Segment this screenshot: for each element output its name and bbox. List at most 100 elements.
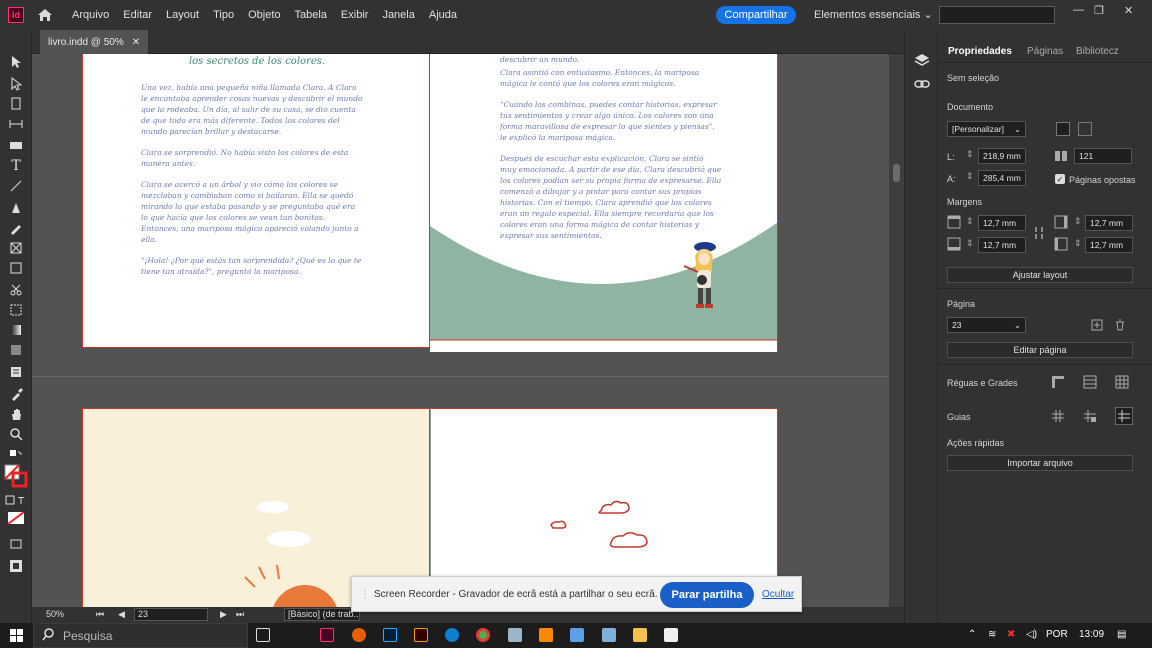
view-mode-icon[interactable] <box>8 558 24 574</box>
direct-selection-tool-icon[interactable] <box>8 76 24 92</box>
eyedropper-tool-icon[interactable] <box>8 386 24 402</box>
notifications-icon[interactable]: ▤ <box>1117 629 1126 640</box>
volume-icon[interactable]: ◁) <box>1026 629 1037 640</box>
document-canvas[interactable]: los secretos de los colores. Una vez, ha… <box>32 54 889 607</box>
stepper-icon[interactable]: ⇕ <box>966 216 974 227</box>
zoom-tool-icon[interactable] <box>8 426 24 442</box>
text-file-icon[interactable] <box>664 628 678 642</box>
task-view-icon[interactable] <box>256 628 270 642</box>
page-count-field[interactable]: 121 <box>1074 148 1132 164</box>
tab-paginas[interactable]: Páginas <box>1027 46 1063 57</box>
ruler-icon[interactable] <box>1051 375 1065 389</box>
language-indicator[interactable]: POR <box>1046 629 1068 640</box>
default-colors-icon[interactable] <box>8 448 24 464</box>
menu-tabela[interactable]: Tabela <box>295 9 327 21</box>
line-tool-icon[interactable] <box>8 178 24 194</box>
style-field[interactable]: [Básico] (de trab... <box>284 608 360 621</box>
add-page-icon[interactable] <box>1091 319 1105 333</box>
stop-sharing-button[interactable]: Parar partilha <box>660 582 754 608</box>
content-collector-icon[interactable] <box>8 136 24 152</box>
screen-mode-icon[interactable] <box>8 536 24 552</box>
delete-page-icon[interactable] <box>1114 319 1128 333</box>
chrome-icon[interactable] <box>476 628 490 642</box>
apply-none-icon[interactable] <box>6 510 26 526</box>
hide-link[interactable]: Ocultar <box>762 589 794 600</box>
first-page-icon[interactable]: ⏮ <box>96 609 104 620</box>
stepper-icon[interactable]: ⇕ <box>1074 216 1082 227</box>
close-tab-icon[interactable]: ✕ <box>132 37 140 48</box>
portrait-orientation-icon[interactable] <box>1056 122 1070 136</box>
width-field[interactable]: 218,9 mm <box>978 148 1026 164</box>
zoom-level[interactable]: 50% <box>46 609 64 619</box>
links-icon[interactable] <box>914 76 930 97</box>
workspace-switcher[interactable]: Elementos essenciais ⌄ <box>814 8 933 21</box>
notepad-icon[interactable] <box>508 628 522 642</box>
page-dropdown[interactable]: 23 ⌄ <box>947 317 1026 333</box>
tab-propriedades[interactable]: Propriedades <box>948 46 1012 57</box>
taskbar-search[interactable]: Pesquisa <box>33 623 248 648</box>
type-tool-icon[interactable]: T <box>8 158 24 174</box>
rectangle-frame-tool-icon[interactable] <box>8 240 24 256</box>
last-page-icon[interactable]: ⏭ <box>236 609 244 620</box>
document-tab[interactable]: livro.indd @ 50% ✕ <box>40 30 149 54</box>
fill-stroke-swatch[interactable] <box>4 464 28 488</box>
left-page[interactable]: los secretos de los colores. Una vez, ha… <box>82 54 430 348</box>
document-grid-icon[interactable] <box>1115 375 1129 389</box>
minimize-icon[interactable]: — <box>1073 4 1084 16</box>
search-input[interactable] <box>939 6 1055 24</box>
stepper-icon[interactable]: ⇕ <box>966 238 974 249</box>
menu-editar[interactable]: Editar <box>123 9 152 21</box>
margin-bottom-field[interactable]: 12,7 mm <box>978 237 1026 253</box>
landscape-orientation-icon[interactable] <box>1078 122 1092 136</box>
scissors-tool-icon[interactable] <box>8 282 24 298</box>
pen-tool-icon[interactable] <box>8 200 24 216</box>
layers-icon[interactable] <box>914 52 930 73</box>
baseline-grid-icon[interactable] <box>1083 375 1097 389</box>
right-page[interactable]: descubrir un mundo. Clara asintió con en… <box>430 54 778 352</box>
left-page-text-frame[interactable]: Una vez, había una pequeña niña llamada … <box>141 82 363 287</box>
menu-janela[interactable]: Janela <box>382 9 414 21</box>
vlc-icon[interactable] <box>539 628 553 642</box>
stepper-icon[interactable]: ⇕ <box>966 171 974 182</box>
smart-guides-icon[interactable] <box>1083 409 1097 423</box>
hand-tool-icon[interactable] <box>8 406 24 422</box>
import-file-button[interactable]: Importar arquivo <box>947 455 1133 471</box>
preset-dropdown[interactable]: [Personalizar] ⌄ <box>947 121 1026 137</box>
drag-handle-icon[interactable]: ⋮ <box>360 589 370 600</box>
gradient-tool-icon[interactable] <box>8 322 24 338</box>
rectangle-tool-icon[interactable] <box>8 260 24 276</box>
scrollbar-thumb[interactable] <box>893 164 900 182</box>
close-icon[interactable]: ✕ <box>1124 4 1133 17</box>
page-number-field[interactable]: 23 <box>134 608 208 621</box>
remote-desktop-icon[interactable] <box>570 628 584 642</box>
vertical-scrollbar[interactable] <box>889 54 904 607</box>
guides-icon[interactable] <box>1051 409 1065 423</box>
edge-icon[interactable] <box>445 628 459 642</box>
right-page-text-frame[interactable]: descubrir un mundo. Clara asintió con en… <box>500 54 722 251</box>
share-button[interactable]: Compartilhar <box>716 6 796 24</box>
wifi-icon[interactable]: ≋ <box>988 629 996 640</box>
selection-tool-icon[interactable] <box>8 54 24 70</box>
tab-biblioteca[interactable]: Bibliotecz <box>1076 46 1119 57</box>
menu-ajuda[interactable]: Ajuda <box>429 9 457 21</box>
next-page-icon[interactable]: ▶ <box>220 609 227 620</box>
formatting-container-icon[interactable]: T <box>4 492 28 508</box>
chain-link-icon[interactable] <box>1033 226 1047 240</box>
document-viewer-icon[interactable] <box>602 628 616 642</box>
stepper-icon[interactable]: ⇕ <box>966 149 974 160</box>
home-icon[interactable] <box>32 5 58 25</box>
antivirus-icon[interactable]: ✖ <box>1007 629 1015 640</box>
margin-inside-field[interactable]: 12,7 mm <box>1085 215 1133 231</box>
restore-icon[interactable]: ❐ <box>1094 4 1104 17</box>
gradient-feather-tool-icon[interactable] <box>8 342 24 358</box>
height-field[interactable]: 285,4 mm <box>978 170 1026 186</box>
prev-page-icon[interactable]: ◀ <box>118 609 125 620</box>
firefox-icon[interactable] <box>352 628 366 642</box>
photoshop-icon[interactable] <box>383 628 397 642</box>
margin-outside-field[interactable]: 12,7 mm <box>1085 237 1133 253</box>
margin-top-field[interactable]: 12,7 mm <box>978 215 1026 231</box>
edit-page-button[interactable]: Editar página <box>947 342 1133 358</box>
adjust-layout-button[interactable]: Ajustar layout <box>947 267 1133 283</box>
snap-guides-icon[interactable] <box>1115 407 1133 425</box>
facing-pages-checkbox[interactable]: ✓ <box>1055 174 1065 184</box>
